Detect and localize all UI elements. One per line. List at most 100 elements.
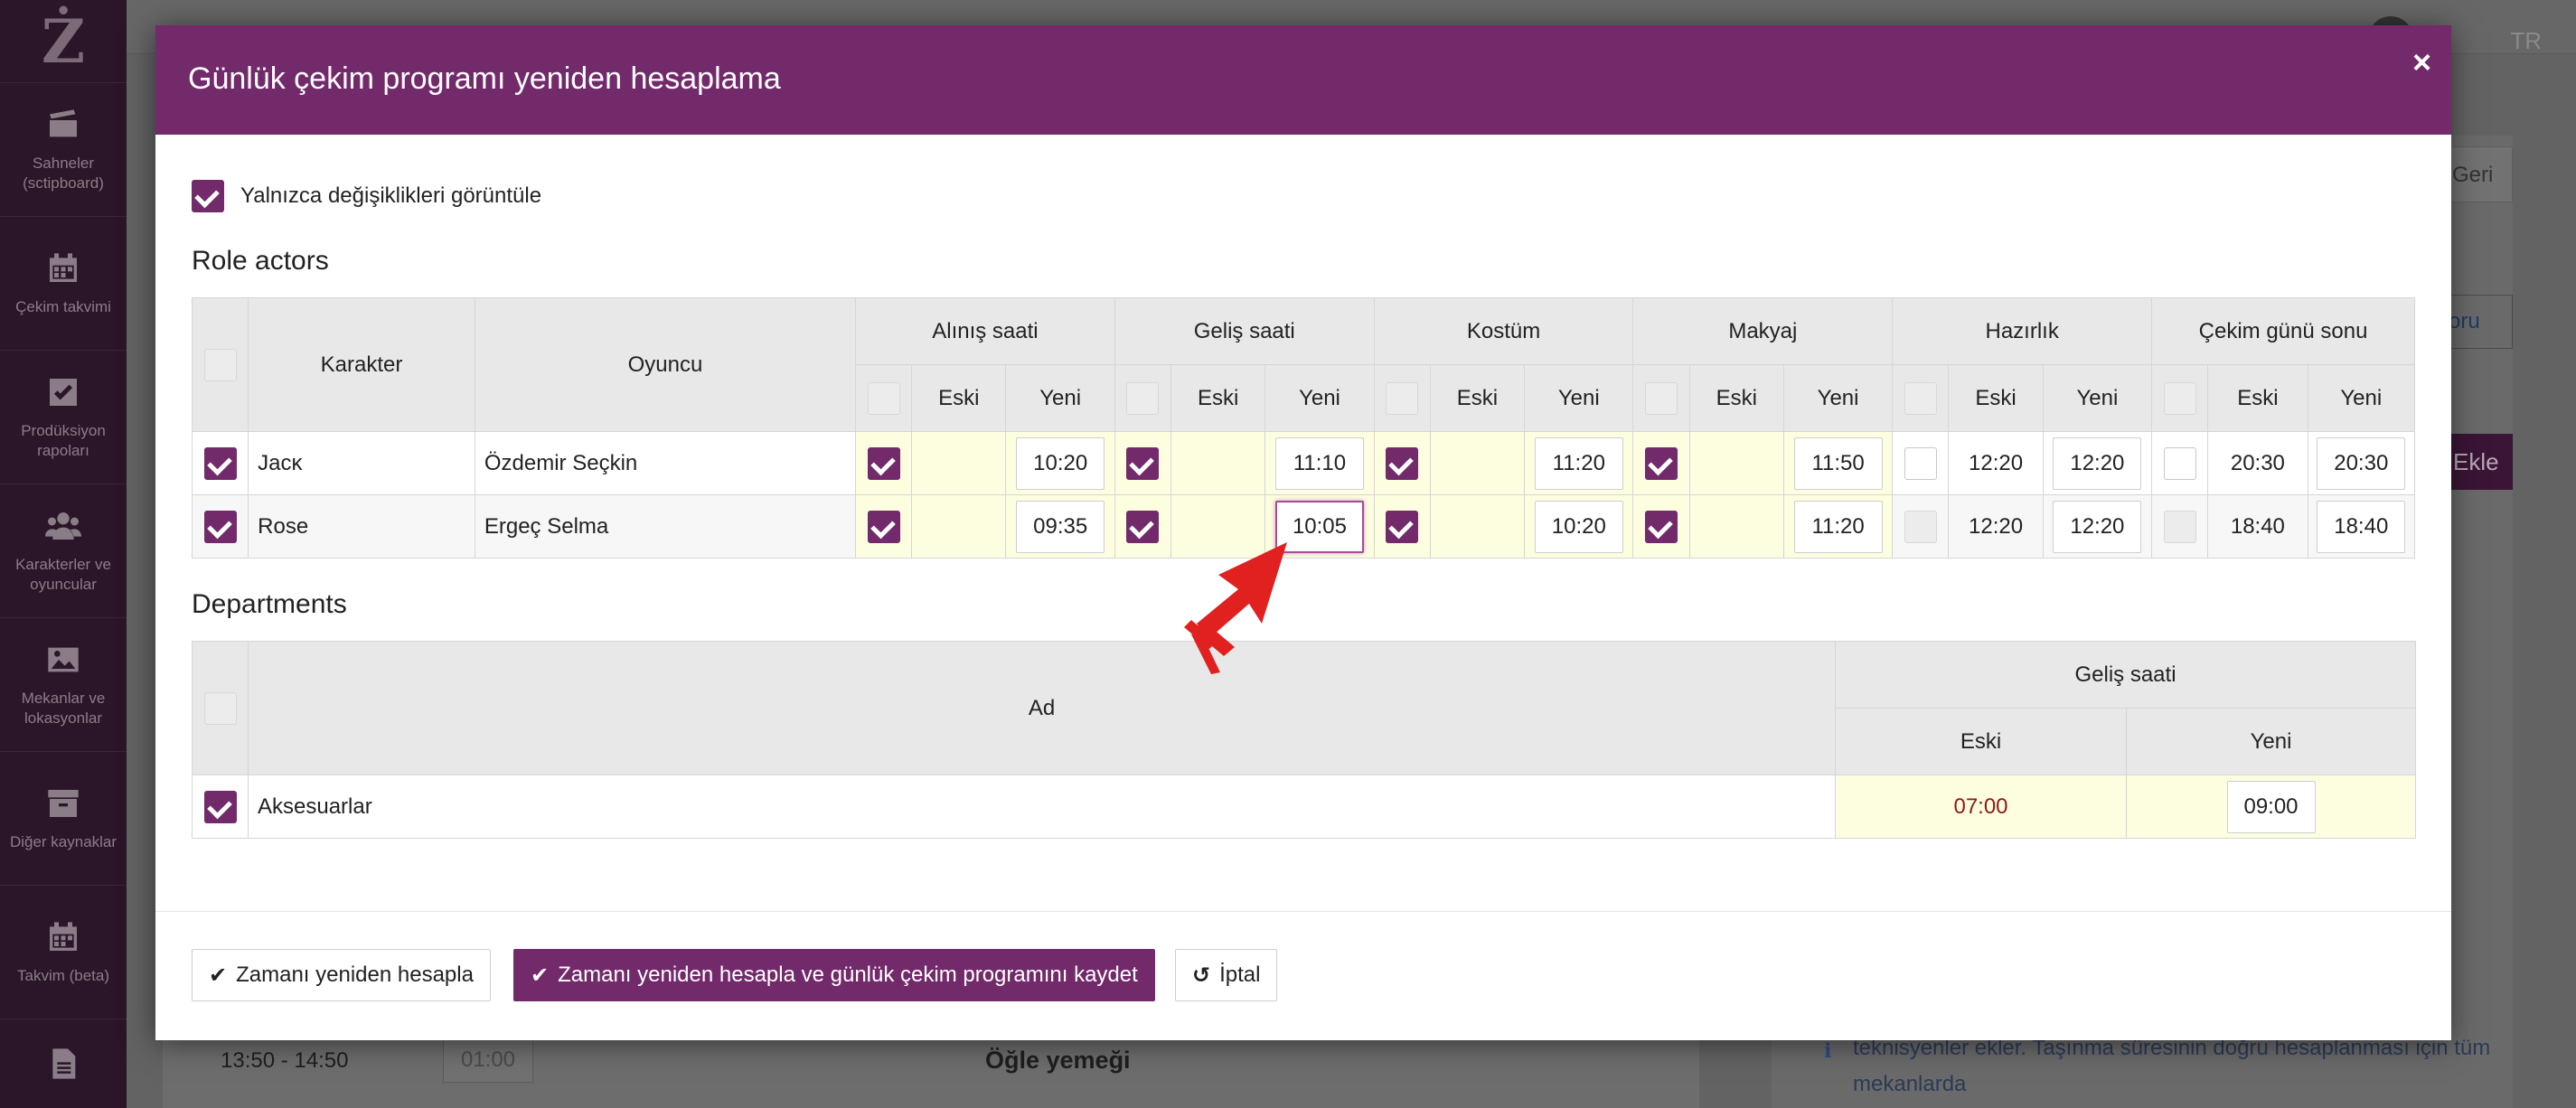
makeup-new-input[interactable]: 11:50 xyxy=(1793,437,1883,490)
cell-checkbox xyxy=(1892,431,1950,495)
preparation-old: 12:20 xyxy=(1948,431,2044,495)
add-button[interactable]: Ekle xyxy=(2440,434,2513,490)
group-select-cell xyxy=(2151,364,2209,432)
arrival-new-input[interactable]: 11:10 xyxy=(1274,437,1364,490)
sidebar-item-scenes[interactable]: Sahneler (sctipboard) xyxy=(0,83,127,217)
costume-new-input[interactable]: 10:20 xyxy=(1534,500,1623,553)
pickup-checkbox[interactable] xyxy=(867,510,900,543)
lunch-time: 13:50 - 14:50 xyxy=(221,1048,349,1073)
group-wrap: Çekim günü sonu xyxy=(2151,297,2415,365)
sidebar-item-calendar-beta[interactable]: Takvim (beta) xyxy=(0,886,127,1019)
actor-name: Ergeç Selma xyxy=(474,494,857,559)
departments-title: Departments xyxy=(192,589,347,619)
group-select-checkbox[interactable] xyxy=(2163,381,2196,415)
preparation-checkbox[interactable] xyxy=(1904,446,1937,480)
only-changes-checkbox[interactable] xyxy=(192,180,224,212)
character-name: Jacĸ xyxy=(248,431,475,495)
sidebar-item-schedule[interactable]: Çekim takvimi xyxy=(0,217,127,351)
col-new: Yeni xyxy=(1005,364,1115,432)
cancel-button[interactable]: ↺ İptal xyxy=(1175,949,1278,1001)
group-select-checkbox[interactable] xyxy=(1386,381,1419,415)
sidebar-item-reports[interactable]: Prodüksiyon rapoları xyxy=(0,351,127,484)
preparation-checkbox[interactable] xyxy=(1904,510,1937,543)
pickup-new-input[interactable]: 09:35 xyxy=(1016,500,1105,553)
department-new-input[interactable]: 09:00 xyxy=(2226,780,2316,833)
costume-new-input[interactable]: 11:20 xyxy=(1534,437,1623,490)
undo-icon: ↺ xyxy=(1192,962,1211,988)
department-new-cell: 09:00 xyxy=(2125,775,2417,839)
sidebar-item-resources[interactable]: Diğer kaynaklar xyxy=(0,752,127,886)
app-sidebar: Ż Sahneler (sctipboard) Çekim takvimi Pr… xyxy=(0,0,127,1108)
sidebar-item-documents[interactable] xyxy=(0,1019,127,1108)
clapperboard-icon xyxy=(50,108,77,136)
modal-header: Günlük çekim programı yeniden hesaplama … xyxy=(155,25,2451,135)
cell-checkbox xyxy=(1632,431,1690,495)
department-old: 07:00 xyxy=(1835,775,2127,839)
select-all-checkbox[interactable] xyxy=(203,691,237,725)
sidebar-item-label: Mekanlar ve lokasyonlar xyxy=(21,689,106,727)
col-old: Eski xyxy=(911,364,1007,432)
wrap-checkbox[interactable] xyxy=(2163,510,2196,543)
sidebar-item-locations[interactable]: Mekanlar ve lokasyonlar xyxy=(0,618,127,752)
group-costume: Kostüm xyxy=(1373,297,1634,365)
app-logo[interactable]: Ż xyxy=(0,0,127,83)
only-changes-toggle[interactable]: Yalnızca değişiklikleri görüntüle xyxy=(192,180,541,212)
preparation-new-input[interactable]: 12:20 xyxy=(2053,437,2142,490)
recalc-save-button[interactable]: ✔ Zamanı yeniden hesapla ve günlük çekim… xyxy=(513,949,1155,1001)
wrap-old: 20:30 xyxy=(2207,431,2308,495)
wrap-new-input[interactable]: 18:40 xyxy=(2317,500,2406,553)
department-name: Aksesuarlar xyxy=(248,775,1836,839)
sidebar-item-label: Çekim takvimi xyxy=(15,297,111,315)
group-select-checkbox[interactable] xyxy=(867,381,900,415)
row-checkbox[interactable] xyxy=(203,446,237,480)
sidebar-item-label: Karakterler ve oyuncular xyxy=(15,555,111,593)
col-new: Yeni xyxy=(1524,364,1634,432)
checkbox-icon xyxy=(50,378,77,406)
wrap-checkbox[interactable] xyxy=(2163,446,2196,480)
col-new: Yeni xyxy=(1264,364,1375,432)
makeup-old xyxy=(1688,494,1784,559)
row-checkbox[interactable] xyxy=(203,510,237,543)
costume-checkbox[interactable] xyxy=(1386,446,1419,480)
group-select-checkbox[interactable] xyxy=(1904,381,1937,415)
col-old: Eski xyxy=(1170,364,1266,432)
roles-table: Karakter Oyuncu Alınış saati Geliş saati… xyxy=(191,297,2416,559)
language-switch[interactable]: TR xyxy=(2510,27,2542,55)
makeup-checkbox[interactable] xyxy=(1645,446,1678,480)
group-select-checkbox[interactable] xyxy=(1645,381,1678,415)
col-actor: Oyuncu xyxy=(474,297,857,432)
preparation-new-cell: 12:20 xyxy=(2042,431,2153,495)
table-row: Aksesuarlar 07:00 09:00 xyxy=(192,775,2417,839)
arrival-checkbox[interactable] xyxy=(1126,510,1160,543)
makeup-new-input[interactable]: 11:20 xyxy=(1793,500,1883,553)
table-row: Rose Ergeç Selma 09:35 10:05 10:20 11:20… xyxy=(191,494,2416,559)
makeup-checkbox[interactable] xyxy=(1645,510,1678,543)
background-button[interactable]: oru xyxy=(2440,295,2513,349)
select-all-checkbox[interactable] xyxy=(203,348,237,381)
arrival-new-cell: 11:10 xyxy=(1264,431,1375,495)
costume-checkbox[interactable] xyxy=(1386,510,1419,543)
close-icon[interactable]: × xyxy=(2412,43,2431,81)
group-select-cell xyxy=(1373,364,1431,432)
pickup-new-input[interactable]: 10:20 xyxy=(1016,437,1105,490)
row-checkbox[interactable] xyxy=(203,790,237,823)
group-arrival: Geliş saati xyxy=(1114,297,1375,365)
col-old: Eski xyxy=(1835,708,2127,775)
character-name: Rose xyxy=(248,494,475,559)
sidebar-item-label: Prodüksiyon rapoları xyxy=(21,421,106,459)
cell-checkbox xyxy=(855,494,913,559)
group-select-checkbox[interactable] xyxy=(1126,381,1160,415)
cell-checkbox xyxy=(1373,494,1431,559)
wrap-new-input[interactable]: 20:30 xyxy=(2317,437,2406,490)
group-preparation: Hazırlık xyxy=(1892,297,2153,365)
arrival-checkbox[interactable] xyxy=(1126,446,1160,480)
pickup-checkbox[interactable] xyxy=(867,446,900,480)
preparation-new-input[interactable]: 12:20 xyxy=(2053,500,2142,553)
pickup-old xyxy=(911,494,1007,559)
back-button[interactable]: Geri xyxy=(2440,146,2513,202)
makeup-old xyxy=(1688,431,1784,495)
sidebar-item-characters[interactable]: Karakterler ve oyuncular xyxy=(0,484,127,618)
recalc-button[interactable]: ✔ Zamanı yeniden hesapla xyxy=(192,949,491,1001)
wrap-new-cell: 18:40 xyxy=(2307,494,2416,559)
col-old: Eski xyxy=(1688,364,1784,432)
